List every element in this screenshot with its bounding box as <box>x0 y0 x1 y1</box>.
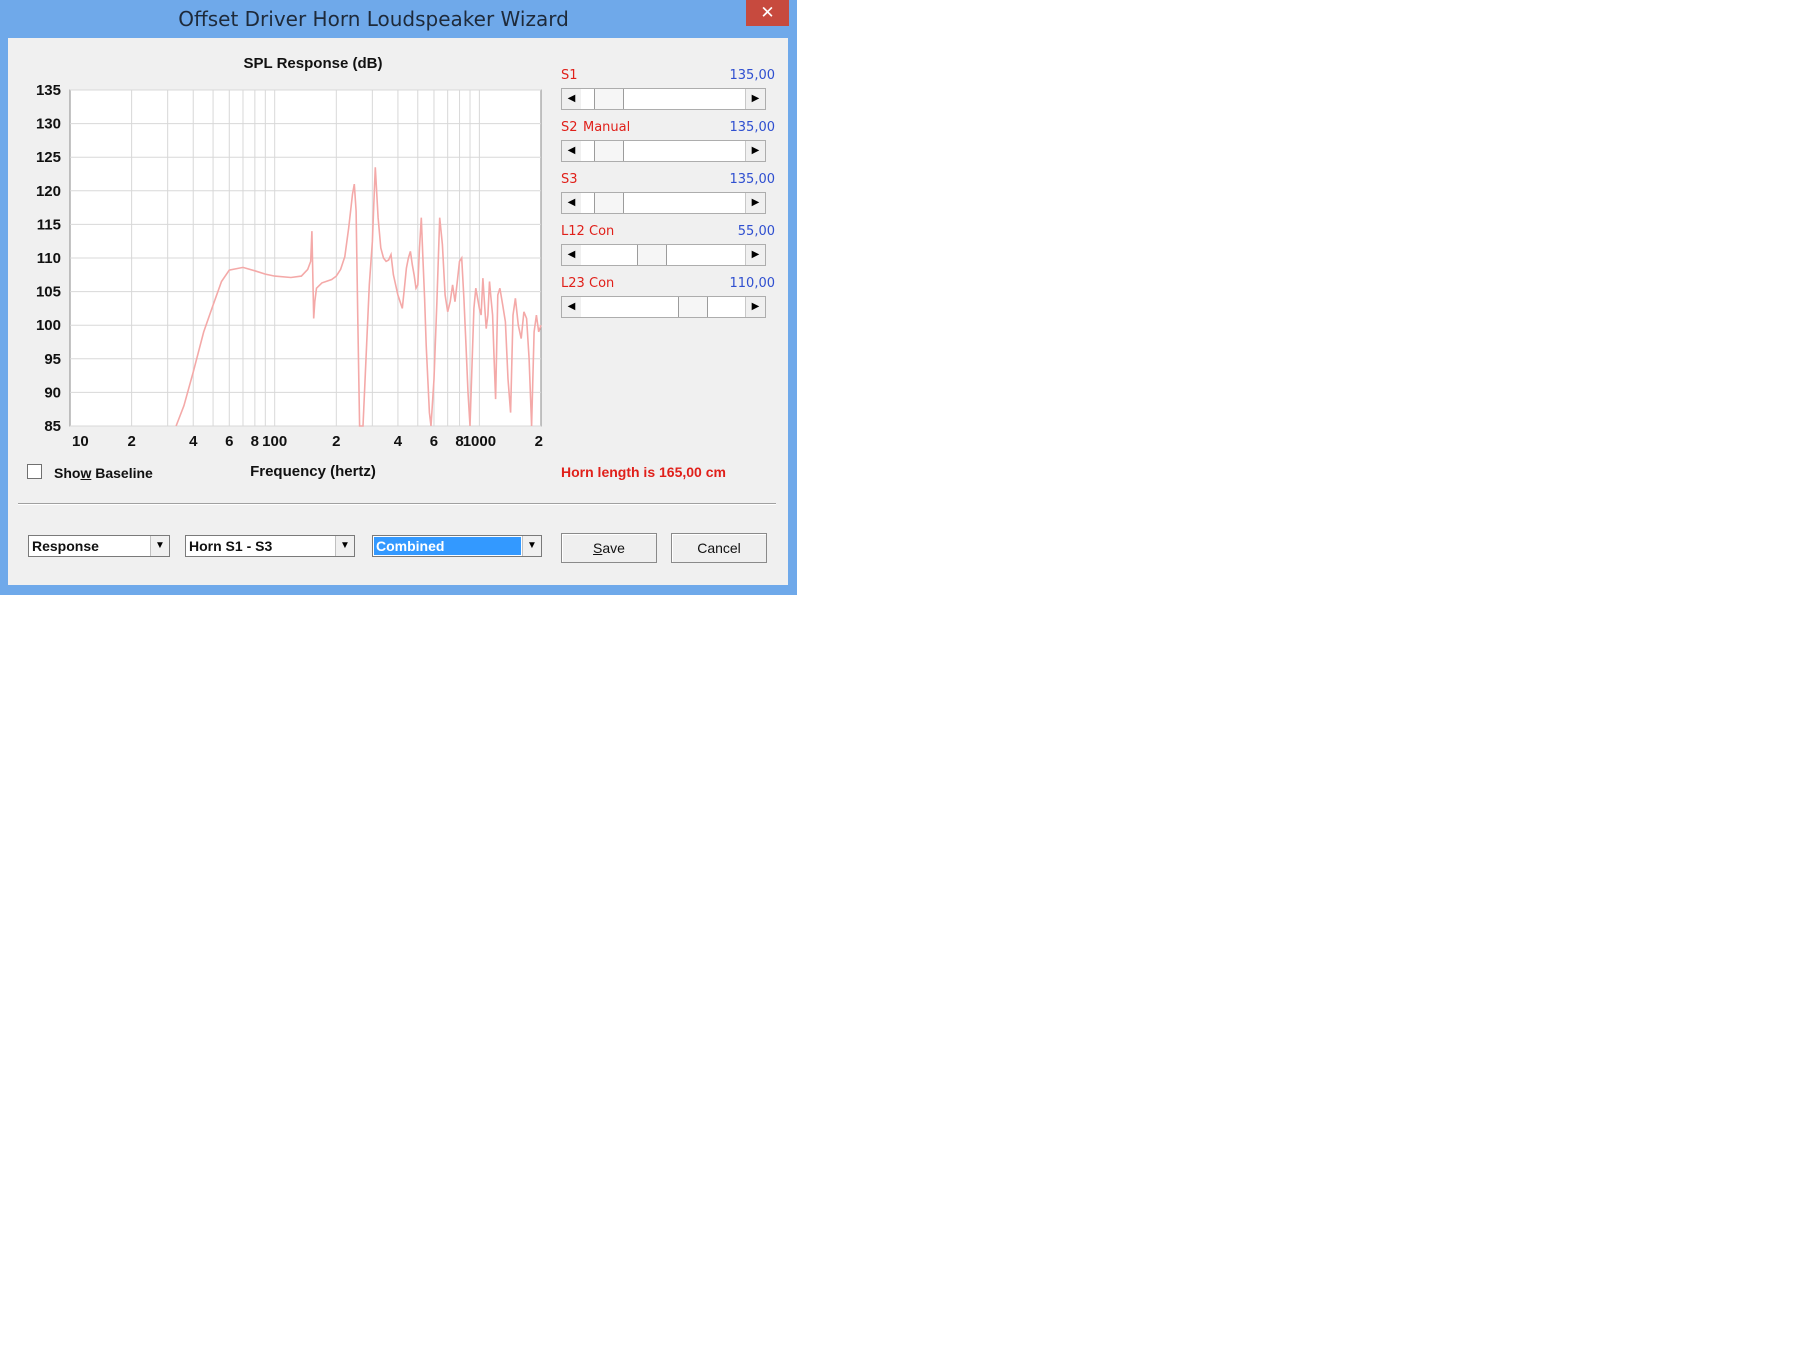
y-tick-label: 85 <box>44 418 61 435</box>
scroll-right-icon[interactable]: ▶ <box>745 297 765 317</box>
title-bar[interactable]: Offset Driver Horn Loudspeaker Wizard ✕ <box>0 0 797 38</box>
x-axis-label: Frequency (hertz) <box>250 463 376 480</box>
chevron-down-icon[interactable]: ▼ <box>335 536 354 556</box>
chevron-down-icon[interactable]: ▼ <box>150 536 169 556</box>
scroll-right-icon[interactable]: ▶ <box>745 245 765 265</box>
x-tick-label: 4 <box>394 433 403 450</box>
show-baseline-label[interactable]: Show Baseline <box>54 465 153 481</box>
scroll-track[interactable] <box>581 141 746 161</box>
y-tick-label: 120 <box>36 183 61 200</box>
slider-label: S1 <box>561 68 578 83</box>
spl-response-chart: 135130125120115110105100959085 10 2 4 6 8 100… <box>36 82 543 450</box>
slider-s3: S3 135,00 ◀ ▶ <box>561 172 776 214</box>
close-button[interactable]: ✕ <box>746 0 789 26</box>
slider-label: S3 <box>561 172 578 187</box>
divider <box>18 503 776 505</box>
slider-l12: L12 Con 55,00 ◀ ▶ <box>561 224 775 266</box>
x-tick-label: 10 <box>72 433 89 450</box>
slider-s1: S1 135,00 ◀ ▶ <box>561 68 776 110</box>
x-tick-label: 6 <box>225 433 233 450</box>
x-tick-label: 8 <box>251 433 259 450</box>
y-axis-ticks: 135 130 125 120 115 110 105 100 95 90 85 <box>36 82 61 435</box>
driver-mode-value: Combined <box>374 537 521 555</box>
scroll-thumb[interactable] <box>594 141 625 161</box>
scroll-left-icon[interactable]: ◀ <box>562 141 582 161</box>
scroll-left-icon[interactable]: ◀ <box>562 297 582 317</box>
chevron-down-icon[interactable]: ▼ <box>522 536 541 556</box>
slider-value: 55,00 <box>737 224 775 239</box>
slider-mode: Con <box>589 224 615 239</box>
x-tick-label: 1000 <box>463 433 496 450</box>
scrollbar-s3[interactable]: ◀ ▶ <box>561 192 766 214</box>
y-tick-label: 130 <box>36 116 61 133</box>
wizard-window: Offset Driver Horn Loudspeaker Wizard ✕ … <box>0 0 797 595</box>
x-tick-label: 2 <box>127 433 135 450</box>
scrollbar-l23[interactable]: ◀ ▶ <box>561 296 766 318</box>
scroll-right-icon[interactable]: ▶ <box>745 141 765 161</box>
slider-value: 135,00 <box>729 68 776 83</box>
slider-l23: L23 Con 110,00 ◀ ▶ <box>561 276 776 318</box>
slider-value: 135,00 <box>729 120 776 135</box>
window-title: Offset Driver Horn Loudspeaker Wizard <box>178 7 569 31</box>
scroll-left-icon[interactable]: ◀ <box>562 245 582 265</box>
y-tick-label: 110 <box>37 250 61 267</box>
scroll-thumb[interactable] <box>637 245 668 265</box>
save-button[interactable]: Save <box>561 533 657 563</box>
scrollbar-s1[interactable]: ◀ ▶ <box>561 88 766 110</box>
scroll-right-icon[interactable]: ▶ <box>745 89 765 109</box>
scroll-left-icon[interactable]: ◀ <box>562 89 582 109</box>
cancel-button[interactable]: Cancel <box>671 533 767 563</box>
y-tick-label: 135 <box>36 82 61 99</box>
slider-s2: S2 Manual 135,00 ◀ ▶ <box>561 120 776 162</box>
scroll-track[interactable] <box>581 245 746 265</box>
scroll-left-icon[interactable]: ◀ <box>562 193 582 213</box>
slider-label: L23 <box>561 276 585 291</box>
y-tick-label: 105 <box>36 284 61 301</box>
plot-type-select[interactable]: Response ▼ <box>28 535 170 557</box>
horn-section-select[interactable]: Horn S1 - S3 ▼ <box>185 535 355 557</box>
slider-mode: Con <box>589 276 615 291</box>
x-axis-ticks: 10 2 4 6 8 100 2 4 6 81000 2 <box>72 433 543 450</box>
slider-label: L12 <box>561 224 585 239</box>
driver-mode-select[interactable]: Combined ▼ <box>372 535 542 557</box>
scroll-thumb[interactable] <box>594 89 625 109</box>
show-baseline-checkbox[interactable] <box>27 464 42 479</box>
x-tick-label: 100 <box>262 433 287 450</box>
slider-value: 110,00 <box>729 276 776 291</box>
scroll-track[interactable] <box>581 297 746 317</box>
scroll-track[interactable] <box>581 89 746 109</box>
x-tick-label: 4 <box>189 433 198 450</box>
x-tick-label: 2 <box>332 433 340 450</box>
horn-section-value: Horn S1 - S3 <box>189 538 273 554</box>
y-tick-label: 115 <box>37 216 61 233</box>
y-tick-label: 95 <box>44 351 61 368</box>
scroll-thumb[interactable] <box>678 297 709 317</box>
y-tick-label: 100 <box>36 317 61 334</box>
dialog-client: SPL Response (dB) 135 130 125 120 115 110 105 1… <box>8 38 788 585</box>
scroll-right-icon[interactable]: ▶ <box>745 193 765 213</box>
plot-type-value: Response <box>32 538 99 554</box>
slider-value: 135,00 <box>729 172 776 187</box>
y-tick-label: 90 <box>44 384 61 401</box>
y-tick-label: 125 <box>36 149 61 166</box>
scroll-track[interactable] <box>581 193 746 213</box>
scrollbar-l12[interactable]: ◀ ▶ <box>561 244 766 266</box>
slider-mode: Manual <box>583 120 631 135</box>
scroll-thumb[interactable] <box>594 193 625 213</box>
slider-label: S2 <box>561 120 578 135</box>
x-tick-label: 6 <box>430 433 438 450</box>
horn-length-status: Horn length is 165,00 cm <box>561 464 726 480</box>
x-tick-label: 2 <box>535 433 543 450</box>
scrollbar-s2[interactable]: ◀ ▶ <box>561 140 766 162</box>
